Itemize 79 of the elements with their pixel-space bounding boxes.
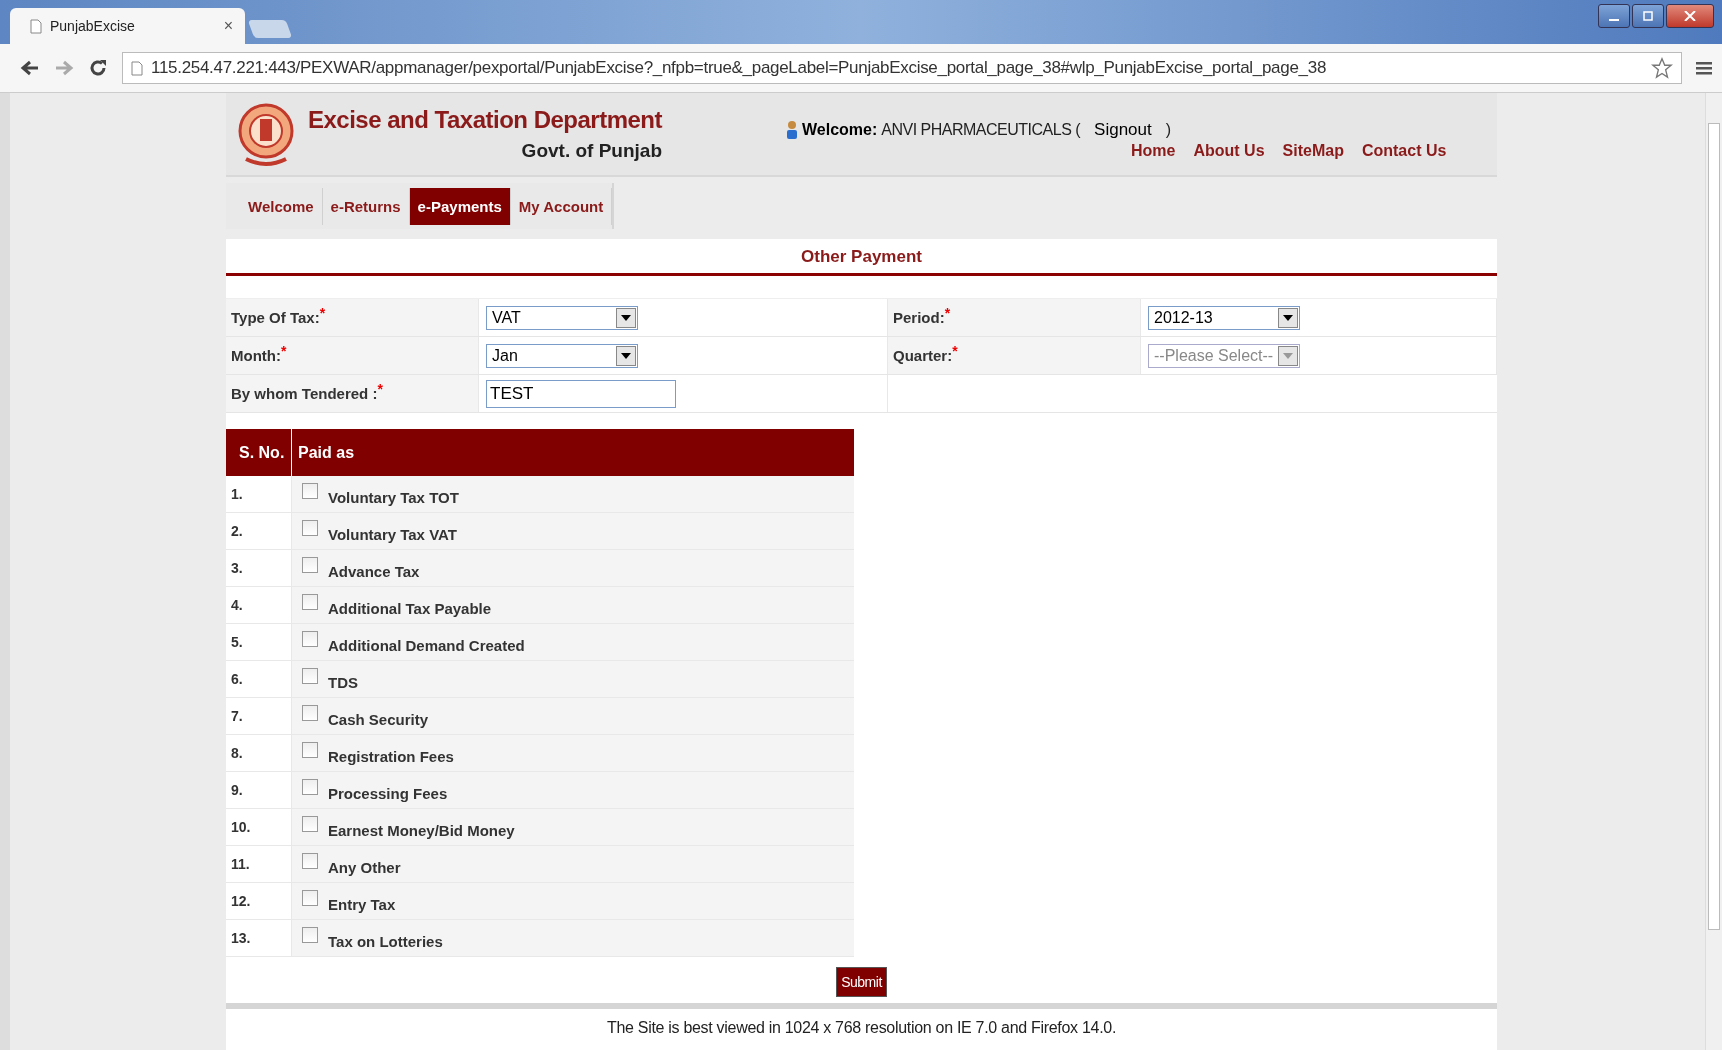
footer-note: The Site is best viewed in 1024 x 768 resolution on IE 7.0 and Firefox 14.0. [605, 1018, 1118, 1038]
page-icon [131, 60, 143, 76]
user-name: ANVI PHARMACEUTICALS ( [881, 121, 1081, 139]
url-text: 115.254.47.221:443/PEXWAR/appmanager/pexportal/PunjabExcise?_nfpb=true&_pageLabel=PunjabExcise_portal_page_38#wlp_PunjabExcise_portal_page_38 [151, 58, 1328, 78]
nav-link[interactable]: SiteMap [1282, 142, 1344, 160]
month-dropdown[interactable]: Jan [486, 343, 638, 368]
maximize-icon [1642, 11, 1654, 21]
checkbox[interactable] [302, 853, 318, 869]
payment-type-label: Earnest Money/Bid Money [328, 821, 515, 839]
checkbox[interactable] [302, 594, 318, 610]
checkbox[interactable] [302, 668, 318, 684]
department-subtitle: Govt. of Punjab [521, 140, 662, 162]
signout-link[interactable]: Signout [1094, 120, 1152, 140]
nav-link[interactable]: Home [1131, 142, 1176, 160]
checkbox[interactable] [302, 927, 318, 943]
section-title: Other Payment [800, 246, 923, 268]
payment-type-label: Additional Demand Created [328, 636, 525, 654]
close-button[interactable] [1666, 4, 1714, 28]
checkbox[interactable] [302, 557, 318, 573]
closing-parenthesis: ) [1165, 121, 1171, 139]
required-mark: * [944, 305, 951, 321]
checkbox[interactable] [302, 483, 318, 499]
period-dropdown[interactable]: 2012-13 [1148, 305, 1300, 330]
welcome-label: Welcome: [802, 121, 878, 139]
required-mark: * [952, 343, 958, 359]
nav-link[interactable]: Contact Us [1361, 142, 1447, 160]
payment-type-label: Any Other [328, 858, 401, 876]
address-bar[interactable]: 115.254.47.221:443/PEXWAR/appmanager/pexportal/PunjabExcise?_nfpb=true&_pageLabel=PunjabExcise_portal_page_38#wlp_PunjabExcise_portal_page_38 [122, 52, 1682, 84]
field-label: By whom Tendered : [231, 385, 378, 402]
checkbox[interactable] [302, 816, 318, 832]
payment-type-label: Processing Fees [328, 784, 448, 802]
menu-icon[interactable] [1696, 60, 1712, 76]
star-icon[interactable] [1651, 57, 1673, 79]
checkbox[interactable] [302, 520, 318, 536]
back-icon[interactable] [20, 60, 40, 76]
forward-icon[interactable] [54, 60, 74, 76]
checkbox[interactable] [302, 890, 318, 906]
field-label: Month: [231, 347, 281, 364]
payment-type-label: Registration Fees [328, 747, 454, 765]
required-mark: * [377, 381, 383, 397]
payment-type-label: Tax on Lotteries [328, 932, 443, 950]
submit-button[interactable]: Submit [836, 967, 887, 997]
minimize-icon [1609, 19, 1619, 21]
nav-tab[interactable]: Welcome [228, 187, 323, 225]
new-tab-button[interactable] [247, 20, 293, 38]
browser-tab[interactable]: PunjabExcise × [10, 8, 245, 44]
payment-type-label: Additional Tax Payable [328, 599, 492, 617]
field-label: Period: [893, 309, 945, 326]
reload-icon[interactable] [88, 58, 108, 78]
checkbox[interactable] [302, 705, 318, 721]
column-header: Paid as [297, 443, 355, 462]
minimize-button[interactable] [1598, 4, 1630, 28]
nav-tab[interactable]: e-Returns [322, 187, 410, 225]
payment-type-label: TDS [328, 673, 358, 691]
payment-type-label: Voluntary Tax VAT [328, 525, 457, 543]
user-icon [786, 120, 798, 140]
tab-close-button[interactable]: × [223, 17, 233, 35]
tab-title: PunjabExcise [50, 18, 136, 34]
checkbox[interactable] [302, 742, 318, 758]
checkbox[interactable] [302, 779, 318, 795]
nav-tab[interactable]: e-Payments [409, 187, 511, 225]
page-icon [30, 18, 42, 34]
maximize-button[interactable] [1632, 4, 1664, 28]
payment-type-label: Voluntary Tax TOT [328, 488, 459, 506]
payment-type-label: Entry Tax [328, 895, 396, 913]
payment-type-label: Cash Security [328, 710, 429, 728]
payment-type-label: Advance Tax [328, 562, 420, 580]
required-mark: * [281, 343, 287, 359]
nav-tab[interactable]: My Account [510, 187, 613, 225]
department-title: Excise and Taxation Department [308, 106, 662, 134]
tendered-by-input[interactable]: TEST [486, 379, 676, 408]
checkbox[interactable] [302, 631, 318, 647]
close-icon [1684, 11, 1696, 21]
nav-link[interactable]: About Us [1193, 142, 1265, 160]
required-mark: * [319, 305, 326, 321]
field-label: Type Of Tax: [231, 309, 320, 326]
tax-type-dropdown[interactable]: VAT [486, 305, 638, 330]
scrollbar[interactable] [1705, 93, 1722, 1050]
field-label: Quarter: [893, 347, 953, 364]
